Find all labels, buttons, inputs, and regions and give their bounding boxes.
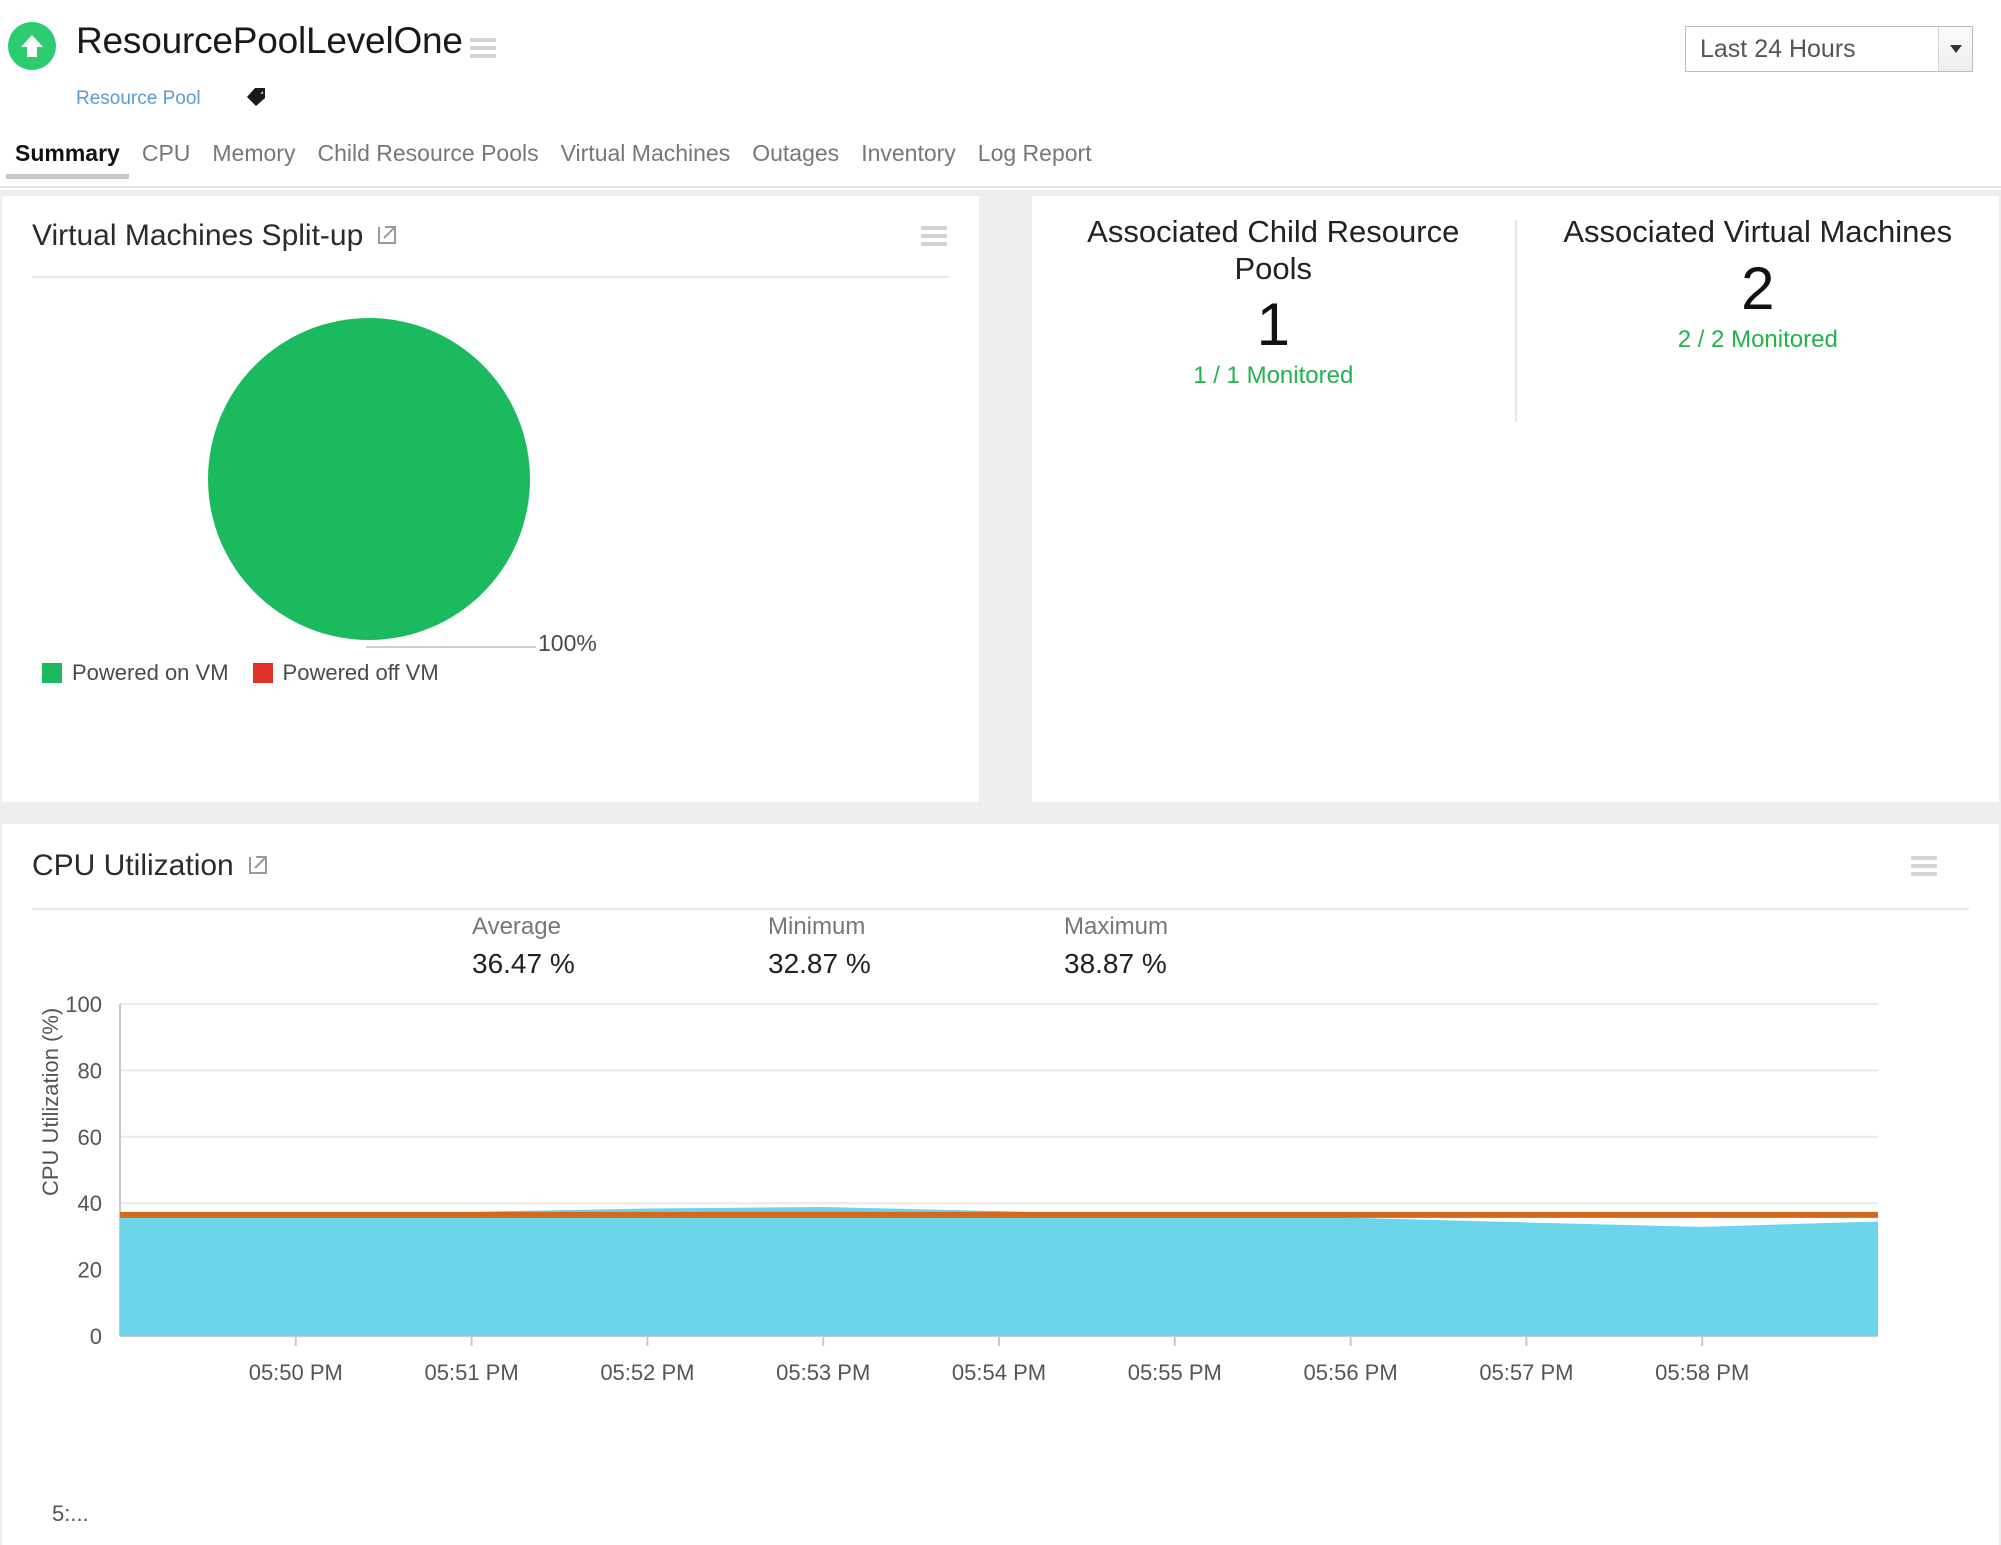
cpu-utilization-stats: Average 36.47 % Minimum 32.87 % Maximum … <box>2 910 1999 996</box>
chart-x-tick: 05:58 PM <box>1655 1360 1749 1385</box>
associated-vms-monitored: 2 / 2 Monitored <box>1678 326 1838 354</box>
tab-inventory[interactable]: Inventory <box>850 140 967 179</box>
tag-icon[interactable] <box>245 86 269 108</box>
associated-entities-body: Associated Child Resource Pools 1 1 / 1 … <box>1032 196 1999 802</box>
chart-x-tick: 05:56 PM <box>1304 1360 1398 1385</box>
cpu-utilization-card: CPU Utilization Average 36.47 % Minimum … <box>2 824 1999 1545</box>
chart-x-tick-truncated: 5:... <box>52 1501 89 1527</box>
top-widget-row: Virtual Machines Split-up 100% <box>0 190 2001 804</box>
associated-child-pools-count: 1 <box>1257 287 1290 362</box>
tab-virtual-machines[interactable]: Virtual Machines <box>550 140 742 179</box>
stat-minimum-label: Minimum <box>768 910 865 945</box>
external-link-icon[interactable] <box>375 222 399 251</box>
tab-log-report[interactable]: Log Report <box>967 140 1103 179</box>
pie-slice-powered-on[interactable] <box>208 318 530 640</box>
associated-entities-card: Associated Child Resource Pools 1 1 / 1 … <box>1032 196 1999 802</box>
tab-cpu[interactable]: CPU <box>131 140 202 179</box>
chart-x-tick: 05:57 PM <box>1479 1360 1573 1385</box>
pie-legend: Powered on VM Powered off VM <box>42 660 453 686</box>
tab-child-resource-pools[interactable]: Child Resource Pools <box>306 140 549 179</box>
breadcrumb-resource-pool-link[interactable]: Resource Pool <box>76 88 201 110</box>
pie-leader-line <box>366 646 536 648</box>
chart-x-tick: 05:50 PM <box>249 1360 343 1385</box>
up-arrow-circle-icon <box>8 22 56 70</box>
chart-x-tick: 05:52 PM <box>600 1360 694 1385</box>
associated-child-pools-label: Associated Child Resource Pools <box>1072 214 1475 287</box>
stat-average-value: 36.47 % <box>472 945 575 983</box>
tab-summary[interactable]: Summary <box>4 140 131 179</box>
chart-x-tick: 05:51 PM <box>425 1360 519 1385</box>
chart-plot-svg[interactable]: 0 20 40 60 80 100 05:50 PM 05:51 PM 05:52 PM 05:5… <box>2 996 1999 1466</box>
cpu-utilization-hamburger-menu-icon[interactable] <box>1911 856 1937 876</box>
chart-y-tick: 0 <box>90 1324 102 1349</box>
stat-minimum: Minimum 32.87 % <box>768 910 1064 996</box>
chart-y-tick: 20 <box>78 1258 102 1283</box>
chart-x-tick: 05:55 PM <box>1128 1360 1222 1385</box>
vm-splitup-hamburger-menu-icon[interactable] <box>921 226 947 246</box>
title-hamburger-menu-icon[interactable] <box>470 38 496 58</box>
tab-memory[interactable]: Memory <box>201 140 306 179</box>
time-range-value: Last 24 Hours <box>1686 27 1938 71</box>
chart-area-series[interactable] <box>120 1207 1878 1336</box>
stat-average-label: Average <box>472 910 561 945</box>
cpu-utilization-card-title: CPU Utilization <box>32 849 234 883</box>
stat-maximum: Maximum 38.87 % <box>1064 910 1360 996</box>
vm-splitup-card: Virtual Machines Split-up 100% <box>2 196 979 802</box>
chart-x-tick: 05:54 PM <box>952 1360 1046 1385</box>
time-range-select[interactable]: Last 24 Hours <box>1685 26 1973 72</box>
chart-y-tick: 40 <box>78 1191 102 1216</box>
vm-splitup-card-header: Virtual Machines Split-up <box>2 196 979 276</box>
tab-bar: Summary CPU Memory Child Resource Pools … <box>0 140 2001 188</box>
page-header: ResourcePoolLevelOne Resource Pool Last … <box>0 0 2001 148</box>
dashboard-body: Virtual Machines Split-up 100% <box>0 190 2001 1545</box>
legend-swatch-powered-on <box>42 663 62 683</box>
stat-maximum-value: 38.87 % <box>1064 945 1167 983</box>
cpu-utilization-area-chart: CPU Utilization (%) 0 20 40 60 80 100 05:50 PM… <box>2 996 1999 1466</box>
chevron-down-icon[interactable] <box>1938 27 1972 71</box>
associated-vms-label: Associated Virtual Machines <box>1563 214 1952 251</box>
tab-outages[interactable]: Outages <box>741 140 850 179</box>
legend-item-powered-off[interactable]: Powered off VM <box>253 660 439 686</box>
vm-splitup-card-title: Virtual Machines Split-up <box>32 219 363 253</box>
chart-y-axis-label: CPU Utilization (%) <box>38 1008 64 1196</box>
stat-maximum-label: Maximum <box>1064 910 1168 945</box>
chart-y-tick: 60 <box>78 1125 102 1150</box>
legend-swatch-powered-off <box>253 663 273 683</box>
chart-y-tick: 100 <box>65 996 102 1017</box>
legend-item-powered-on[interactable]: Powered on VM <box>42 660 229 686</box>
associated-child-pools-monitored: 1 / 1 Monitored <box>1193 362 1353 390</box>
chart-x-tick: 05:53 PM <box>776 1360 870 1385</box>
stat-average: Average 36.47 % <box>472 910 768 996</box>
tab-bar-divider <box>0 186 2001 188</box>
legend-label-powered-on: Powered on VM <box>72 660 229 686</box>
stat-minimum-value: 32.87 % <box>768 945 871 983</box>
chart-y-tick: 80 <box>78 1058 102 1083</box>
associated-virtual-machines[interactable]: Associated Virtual Machines 2 2 / 2 Moni… <box>1517 214 2000 802</box>
associated-child-resource-pools[interactable]: Associated Child Resource Pools 1 1 / 1 … <box>1032 214 1515 802</box>
vm-splitup-pie-chart: 100% Powered on VM Powered off VM <box>2 278 979 798</box>
legend-label-powered-off: Powered off VM <box>283 660 439 686</box>
cpu-utilization-card-header: CPU Utilization <box>2 824 1999 908</box>
pie-slice-label: 100% <box>538 630 597 657</box>
external-link-icon[interactable] <box>246 852 270 881</box>
page-title: ResourcePoolLevelOne <box>76 20 463 62</box>
associated-vms-count: 2 <box>1741 251 1774 326</box>
